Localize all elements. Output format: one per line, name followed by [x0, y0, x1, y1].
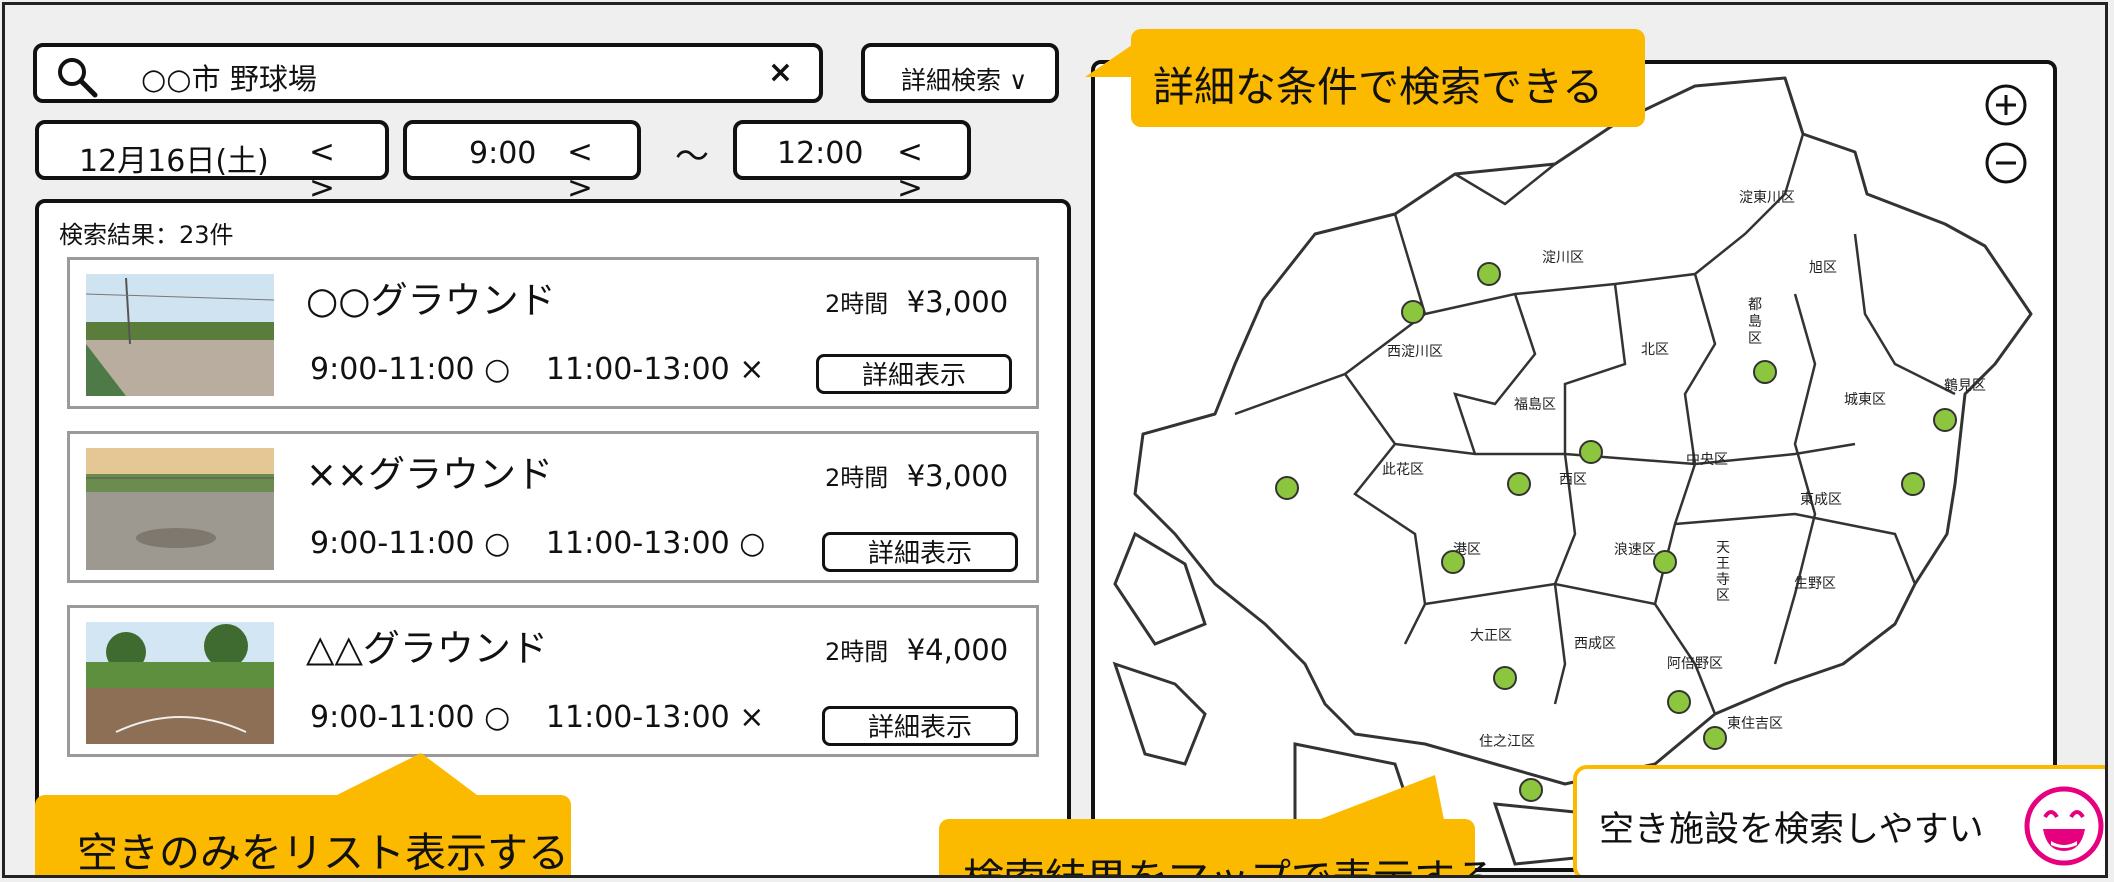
svg-text:大正区: 大正区	[1470, 628, 1512, 644]
search-bar[interactable]: ○○市 野球場 ×	[33, 43, 823, 103]
time-slot: 11:00-13:00 ×	[545, 352, 765, 387]
date-picker[interactable]: 12月16日(土) < >	[35, 120, 389, 206]
date-nav-arrows[interactable]: < >	[309, 134, 385, 206]
facility-name: ○○グラウンド	[306, 279, 556, 322]
detail-view-button[interactable]: 詳細表示	[822, 706, 1018, 746]
callout-detail-text: 詳細な条件で検索できる	[1153, 63, 1604, 111]
detail-view-button[interactable]: 詳細表示	[816, 354, 1012, 394]
callout-list: 空きのみをリスト表示する	[35, 795, 571, 877]
callout-map: 検索結果をマップで表示する	[939, 819, 1496, 875]
callout-map-text: 検索結果をマップで表示する	[963, 845, 1496, 875]
svg-text:住之江区: 住之江区	[1479, 734, 1535, 750]
map-panel[interactable]: 淀東川区 淀川区 旭区 西淀川区 北区 都島区 福島区 城東区 鶴見区 此花区 …	[1091, 60, 2057, 872]
ward-map[interactable]: 淀東川区 淀川区 旭区 西淀川区 北区 都島区 福島区 城東区 鶴見区 此花区 …	[1095, 64, 2053, 868]
time-slots: 9:00-11:00 ○ 11:00-13:00 ×	[310, 700, 790, 735]
time-slot: 11:00-13:00 ×	[545, 700, 765, 735]
detail-view-button[interactable]: 詳細表示	[822, 532, 1018, 572]
start-time-picker[interactable]: 9:00 < >	[403, 120, 641, 206]
app-frame: ○○市 野球場 × 詳細検索 ∨ 12月16日(土) < > 9:00 < > …	[2, 2, 2108, 878]
svg-text:島: 島	[1748, 314, 1762, 330]
facility-name: ××グラウンド	[306, 453, 554, 496]
svg-text:浪速区: 浪速区	[1614, 542, 1656, 558]
svg-text:生野区: 生野区	[1794, 576, 1836, 592]
svg-text:中央区: 中央区	[1686, 452, 1728, 468]
facility-name: △△グラウンド	[306, 627, 548, 670]
clear-search-icon[interactable]: ×	[768, 55, 793, 90]
price-label: 2時間 ¥4,000	[825, 633, 1009, 667]
price-label: 2時間 ¥3,000	[825, 459, 1009, 493]
svg-text:此花区: 此花区	[1382, 462, 1424, 478]
end-time-picker[interactable]: 12:00 < >	[733, 120, 971, 206]
search-input[interactable]: ○○市 野球場	[141, 56, 317, 98]
start-time-nav-arrows[interactable]: < >	[567, 134, 637, 206]
time-slots: 9:00-11:00 ○ 11:00-13:00 ○	[310, 526, 791, 561]
svg-text:西成区: 西成区	[1574, 636, 1616, 652]
end-time-nav-arrows[interactable]: < >	[897, 134, 967, 206]
results-panel: 検索結果：23件 ○○グラウンド 2時間 ¥3,000 9:00-11:00 ○…	[35, 199, 1071, 875]
time-slot: 9:00-11:00 ○	[310, 526, 511, 561]
callout-list-text: 空きのみをリスト表示する	[77, 829, 569, 877]
svg-text:旭区: 旭区	[1809, 260, 1837, 276]
ground-photo	[86, 448, 274, 570]
time-range-separator: ～	[675, 137, 709, 177]
result-card[interactable]: ××グラウンド 2時間 ¥3,000 9:00-11:00 ○ 11:00-13…	[67, 431, 1039, 583]
svg-text:北区: 北区	[1641, 342, 1669, 358]
end-time-value: 12:00	[777, 136, 864, 171]
svg-text:西淀川区: 西淀川区	[1387, 344, 1443, 360]
ground-photo	[86, 622, 274, 744]
svg-text:都: 都	[1748, 297, 1762, 313]
time-slot: 11:00-13:00 ○	[545, 526, 766, 561]
svg-text:区: 区	[1716, 588, 1730, 604]
time-slots: 9:00-11:00 ○ 11:00-13:00 ×	[310, 352, 790, 387]
svg-text:東成区: 東成区	[1800, 492, 1842, 508]
svg-text:城東区: 城東区	[1844, 392, 1886, 408]
search-icon	[58, 58, 98, 98]
svg-text:西区: 西区	[1559, 472, 1587, 488]
callout-pointer	[1305, 775, 1445, 825]
result-card[interactable]: ○○グラウンド 2時間 ¥3,000 9:00-11:00 ○ 11:00-13…	[67, 257, 1039, 409]
svg-text:王: 王	[1716, 556, 1730, 572]
smiley-icon	[2024, 786, 2104, 866]
svg-text:東住吉区: 東住吉区	[1727, 716, 1783, 732]
start-time-value: 9:00	[469, 136, 537, 171]
callout-detail-search: 詳細な条件で検索できる	[1131, 29, 1645, 127]
benefit-text: 空き施設を検索しやすい	[1599, 810, 1984, 850]
svg-text:淀東川区: 淀東川区	[1739, 190, 1795, 206]
svg-text:寺: 寺	[1716, 572, 1730, 588]
svg-text:淀川区: 淀川区	[1542, 250, 1584, 266]
ground-photo	[86, 274, 274, 396]
benefit-callout: 空き施設を検索しやすい	[1573, 765, 2105, 875]
callout-pointer	[325, 753, 485, 801]
time-slot: 9:00-11:00 ○	[310, 352, 511, 387]
zoom-in-icon[interactable]	[1983, 82, 2029, 128]
svg-text:阿倍野区: 阿倍野区	[1667, 656, 1723, 672]
zoom-out-icon[interactable]	[1983, 140, 2029, 186]
detail-search-label: 詳細検索 ∨	[901, 66, 1028, 95]
detail-search-button[interactable]: 詳細検索 ∨	[861, 43, 1059, 103]
svg-text:区: 区	[1748, 331, 1762, 347]
result-count: 検索結果：23件	[59, 221, 234, 249]
svg-text:福島区: 福島区	[1514, 397, 1556, 413]
svg-text:鶴見区: 鶴見区	[1944, 377, 1986, 394]
date-value: 12月16日(土)	[79, 144, 269, 179]
result-card[interactable]: △△グラウンド 2時間 ¥4,000 9:00-11:00 ○ 11:00-13…	[67, 605, 1039, 757]
callout-pointer	[1085, 43, 1135, 77]
time-slot: 9:00-11:00 ○	[310, 700, 511, 735]
svg-text:天: 天	[1716, 540, 1730, 556]
price-label: 2時間 ¥3,000	[825, 285, 1009, 319]
